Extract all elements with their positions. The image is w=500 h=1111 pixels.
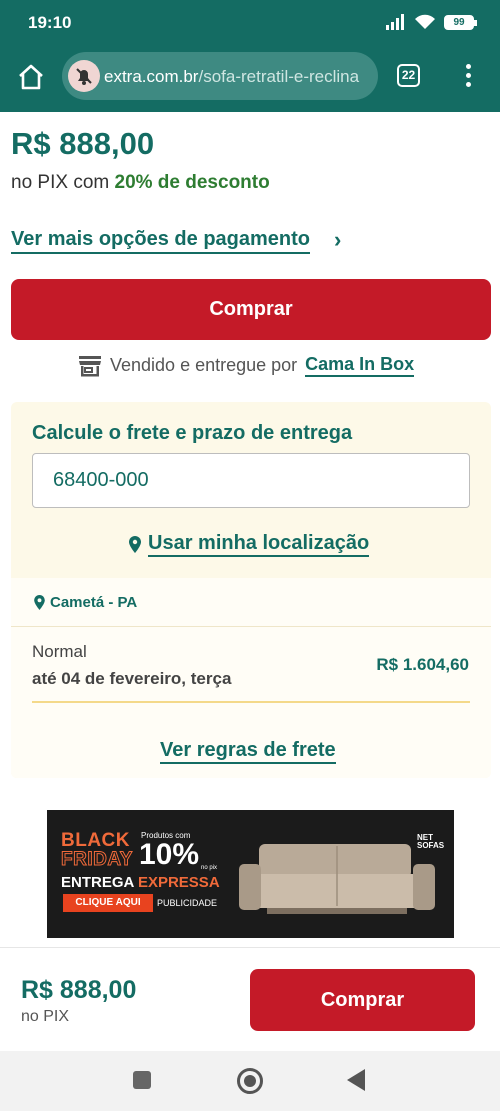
- status-icons: 99: [386, 14, 477, 30]
- shipping-rules-link[interactable]: Ver regras de frete: [160, 739, 336, 764]
- pix-prefix: no PIX com: [11, 172, 115, 193]
- shipping-title: Calcule o frete e prazo de entrega: [32, 422, 353, 444]
- status-bar: 19:10 99: [0, 0, 500, 46]
- shipping-option-price: R$ 1.604,60: [376, 655, 469, 674]
- recents-icon[interactable]: [133, 1071, 151, 1089]
- banner-percent: 10%: [139, 838, 200, 871]
- battery-icon: 99: [444, 14, 477, 30]
- tab-switcher-button[interactable]: 22: [397, 64, 420, 87]
- sofa-image: [239, 844, 435, 914]
- home-circle-icon[interactable]: [237, 1068, 263, 1094]
- divider: [32, 701, 470, 703]
- shipping-option-type: Normal: [32, 642, 87, 661]
- seller-link[interactable]: Cama In Box: [305, 354, 415, 377]
- use-location-link[interactable]: Usar minha localização: [129, 532, 370, 557]
- city-label: Cametá - PA: [34, 594, 137, 611]
- system-navigation-bar: [0, 1051, 500, 1111]
- seller-info: Vendido e entregue por Cama In Box: [78, 354, 415, 377]
- browser-toolbar: extra.com.br/sofa-retratil-e-reclina 22: [0, 46, 500, 112]
- back-icon[interactable]: [347, 1069, 365, 1091]
- url-domain: extra.com.br: [104, 67, 199, 86]
- banner-publicidade: PUBLICIDADE: [157, 898, 218, 908]
- shipping-calculator: Calcule o frete e prazo de entrega Usar …: [11, 402, 491, 778]
- banner-entrega-word: ENTREGA: [61, 874, 134, 891]
- location-pin-icon: [34, 595, 45, 610]
- signal-icon: [386, 14, 404, 30]
- notifications-blocked-icon[interactable]: [68, 60, 100, 92]
- more-payment-options-link[interactable]: Ver mais opções de pagamento: [11, 228, 310, 254]
- sticky-pix-label: no PIX: [21, 1008, 70, 1025]
- banner-pix-text: no pix: [201, 865, 218, 871]
- shipping-results: Cametá - PA Normal até 04 de fevereiro, …: [11, 578, 491, 778]
- sticky-buy-bar: R$ 888,00 no PIX Comprar: [0, 947, 500, 1051]
- pix-discount: 20% de desconto: [114, 172, 270, 193]
- use-location-label: Usar minha localização: [148, 532, 370, 557]
- seller-prefix: Vendido e entregue por: [110, 355, 298, 375]
- store-icon: [79, 355, 101, 376]
- cep-input[interactable]: [32, 453, 470, 508]
- ad-banner[interactable]: BLACK FRIDAY Produtos com 10% no pix ENT…: [47, 810, 454, 938]
- chevron-right-icon[interactable]: ›: [334, 227, 341, 253]
- url-bar[interactable]: extra.com.br/sofa-retratil-e-reclina: [62, 52, 378, 100]
- location-pin-icon: [129, 536, 141, 553]
- banner-friday: FRIDAY: [61, 849, 133, 871]
- url-path: /sofa-retratil-e-reclina: [198, 67, 360, 86]
- sticky-buy-button[interactable]: Comprar: [250, 969, 475, 1031]
- status-time: 19:10: [28, 13, 72, 32]
- home-icon[interactable]: [16, 62, 46, 92]
- banner-entrega: ENTREGA EXPRESSA: [61, 874, 220, 891]
- pix-discount-text: no PIX com 20% de desconto: [11, 172, 270, 194]
- shipping-option-date: até 04 de fevereiro, terça: [32, 669, 232, 688]
- sticky-price: R$ 888,00: [21, 976, 137, 1004]
- more-options-icon[interactable]: [466, 64, 472, 90]
- city-name: Cametá - PA: [50, 594, 138, 611]
- wifi-icon: [415, 14, 435, 29]
- buy-button[interactable]: Comprar: [11, 279, 491, 340]
- divider: [11, 626, 491, 627]
- product-price: R$ 888,00: [11, 126, 155, 161]
- banner-cta-button[interactable]: CLIQUE AQUI: [63, 894, 153, 912]
- url-text[interactable]: extra.com.br/sofa-retratil-e-reclina: [104, 67, 359, 87]
- banner-expressa-word: EXPRESSA: [137, 874, 220, 891]
